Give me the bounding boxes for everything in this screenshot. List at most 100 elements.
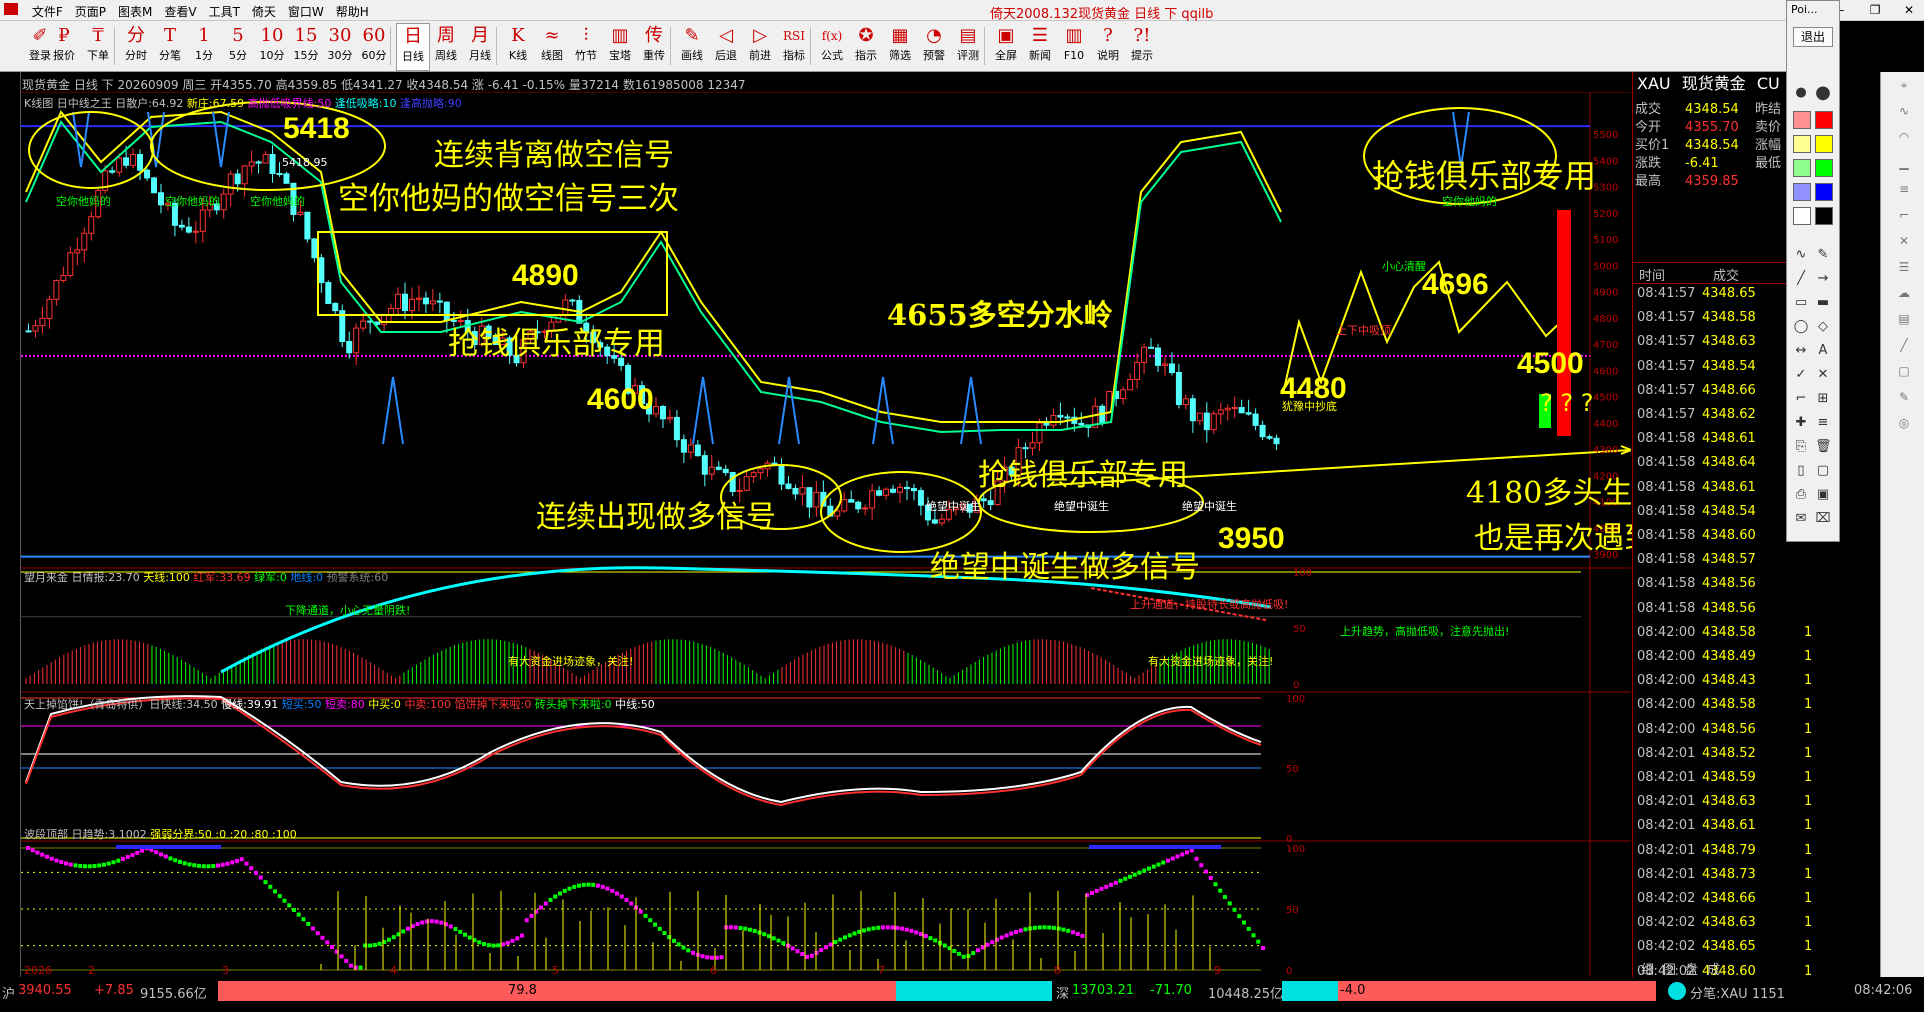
bars-icon[interactable]: ▤ [1895,312,1913,326]
toolbar-button-32[interactable]: ?! 提示 [1126,23,1158,69]
bar-icon[interactable]: ▬ [1815,295,1831,311]
dot-small-icon[interactable]: ● [1793,85,1809,101]
color-swatch[interactable] [1815,159,1833,177]
toolbar-button-28[interactable]: ▣ 全屏 [990,23,1022,69]
color-swatch[interactable] [1793,111,1811,129]
print-icon[interactable]: ⎙ [1793,487,1809,503]
toolbar-button-5[interactable]: 1 1分 [188,23,220,69]
palette-exit-button[interactable]: 退出 [1793,27,1833,47]
x-icon[interactable]: ✕ [1895,234,1913,248]
toolbar-button-18[interactable]: 传重传 [638,23,670,69]
menu-item-6[interactable]: 窗口W [282,0,330,20]
color-swatch[interactable] [1815,111,1833,129]
menu-item-0[interactable]: 文件F [26,0,69,20]
pencil-icon[interactable]: ✎ [1815,247,1831,263]
menu-item-1[interactable]: 页面P [69,0,112,20]
dot-large-icon[interactable]: ● [1815,84,1831,102]
toolbar-button-20[interactable]: ◁ 后退 [710,23,742,69]
page-icon[interactable]: ▯ [1793,463,1809,479]
menu-item-5[interactable]: 倚天 [246,0,282,20]
color-swatch[interactable] [1815,135,1833,153]
toolbar-button-4[interactable]: T 分笔 [154,23,186,69]
toolbar-button-16[interactable]: ⫶ 竹节 [570,23,602,69]
menu-icon[interactable]: ≡ [1815,415,1831,431]
cross-icon[interactable]: ✚ [1793,415,1809,431]
clear-icon[interactable]: ⌧ [1815,511,1831,527]
toolbar-button-11[interactable]: 日日线 [396,23,430,71]
wifi-icon[interactable]: ◠ [1895,130,1913,144]
arrow-icon[interactable]: → [1815,271,1831,287]
color-swatch[interactable] [1815,183,1833,201]
toolbar-button-12[interactable]: 周周线 [430,23,462,69]
toolbar-button-23[interactable]: f(x) 公式 [816,23,848,69]
corner-icon[interactable]: ⌐ [1793,391,1809,407]
lines-icon[interactable]: ☰ [1895,260,1913,274]
chart-area[interactable]: 100500 100500 100500 5500540053005200510… [21,92,1631,977]
slash-icon[interactable]: ╱ [1895,338,1913,352]
mail-icon[interactable]: ✉ [1793,511,1809,527]
text-icon[interactable]: A [1815,343,1831,359]
quote-tab-3[interactable]: 成 [1707,959,1720,978]
toolbar-button-15[interactable]: ≈ 线图 [536,23,568,69]
signal-icon[interactable]: ▁ [1895,156,1913,170]
save-icon[interactable]: ▣ [1815,487,1831,503]
toolbar-button-13[interactable]: 月月线 [464,23,496,69]
toolbar-button-27[interactable]: ▤ 评测 [952,23,984,69]
trash-icon[interactable]: 🗑 [1815,439,1832,455]
quote-tab-2[interactable]: 盘 [1685,959,1698,978]
pin-icon[interactable]: ⌖ [1895,78,1913,92]
toolbar-button-10[interactable]: 60 60分 [358,23,390,69]
list-icon[interactable]: ≡ [1895,182,1913,196]
toolbar-button-19[interactable]: ✎ 画线 [676,23,708,69]
double-arrow-icon[interactable]: ↔ [1793,343,1809,359]
color-swatch[interactable] [1793,207,1811,225]
toolbar-button-29[interactable]: ☰ 新闻 [1024,23,1056,69]
toolbar-button-8[interactable]: 15 15分 [290,23,322,69]
toolbar-button-25[interactable]: ▦ 筛选 [884,23,916,69]
toolbar-button-3[interactable]: 分分时 [120,23,152,69]
toolbar-button-30[interactable]: ▥ F10 [1058,23,1090,69]
toolbar-button-24[interactable]: ✪ 指示 [850,23,882,69]
menu-item-3[interactable]: 查看V [158,0,202,20]
color-swatch[interactable] [1793,183,1811,201]
line-icon[interactable]: ╱ [1793,271,1809,287]
toolbar-button-9[interactable]: 30 30分 [324,23,356,69]
stair-icon[interactable]: ⌐ [1895,208,1913,222]
color-swatch[interactable] [1793,135,1811,153]
menu-item-2[interactable]: 图表M [112,0,158,20]
check-icon[interactable]: ✓ [1793,367,1809,383]
target-icon[interactable]: ◎ [1895,416,1913,430]
rectangle-icon[interactable]: ▭ [1793,295,1809,311]
toolbar-button-1[interactable]: ₽ 报价 [48,23,80,69]
delete-icon[interactable]: ✕ [1815,367,1831,383]
copy-icon[interactable]: ⎘ [1793,439,1809,455]
quote-tab-1[interactable]: 图 [1663,959,1676,978]
ellipse-icon[interactable]: ◯ [1793,319,1809,335]
color-swatch[interactable] [1815,207,1833,225]
toolbar-button-7[interactable]: 10 10分 [256,23,288,69]
toolbar-button-6[interactable]: 5 5分 [222,23,254,69]
color-swatch[interactable] [1793,159,1811,177]
toolbar-button-31[interactable]: ? 说明 [1092,23,1124,69]
toolbar-button-26[interactable]: ◔ 预警 [918,23,950,69]
cloud-icon[interactable]: ☁ [1895,286,1913,300]
diamond-icon[interactable]: ◇ [1815,319,1831,335]
box-icon[interactable]: ▢ [1895,364,1913,378]
toolbar-button-21[interactable]: ▷ 前进 [744,23,776,69]
toolbar-button-22[interactable]: RSI 指标 [778,23,810,69]
grid-icon[interactable]: ⊞ [1815,391,1831,407]
tick-row: 08:41:57 4348.65 [1637,286,1756,310]
quote-tab-0[interactable]: 细 [1641,959,1654,978]
menu-item-7[interactable]: 帮助H [330,0,375,20]
wave-icon[interactable]: ∿ [1895,104,1913,118]
pencil-icon[interactable]: ✎ [1895,390,1913,404]
toolbar-button-14[interactable]: K K线 [502,23,534,69]
frame-icon[interactable]: ▢ [1815,463,1831,479]
toolbar-button-17[interactable]: ▥ 宝塔 [604,23,636,69]
menu-item-4[interactable]: 工具T [203,0,246,20]
toolbar-button-2[interactable]: ₸ 下单 [82,23,114,69]
close-icon[interactable]: ✕ [1894,0,1924,20]
curve-icon[interactable]: ∿ [1793,247,1809,263]
connection-icon[interactable] [1668,982,1686,1000]
restore-icon[interactable]: ❐ [1860,0,1890,20]
